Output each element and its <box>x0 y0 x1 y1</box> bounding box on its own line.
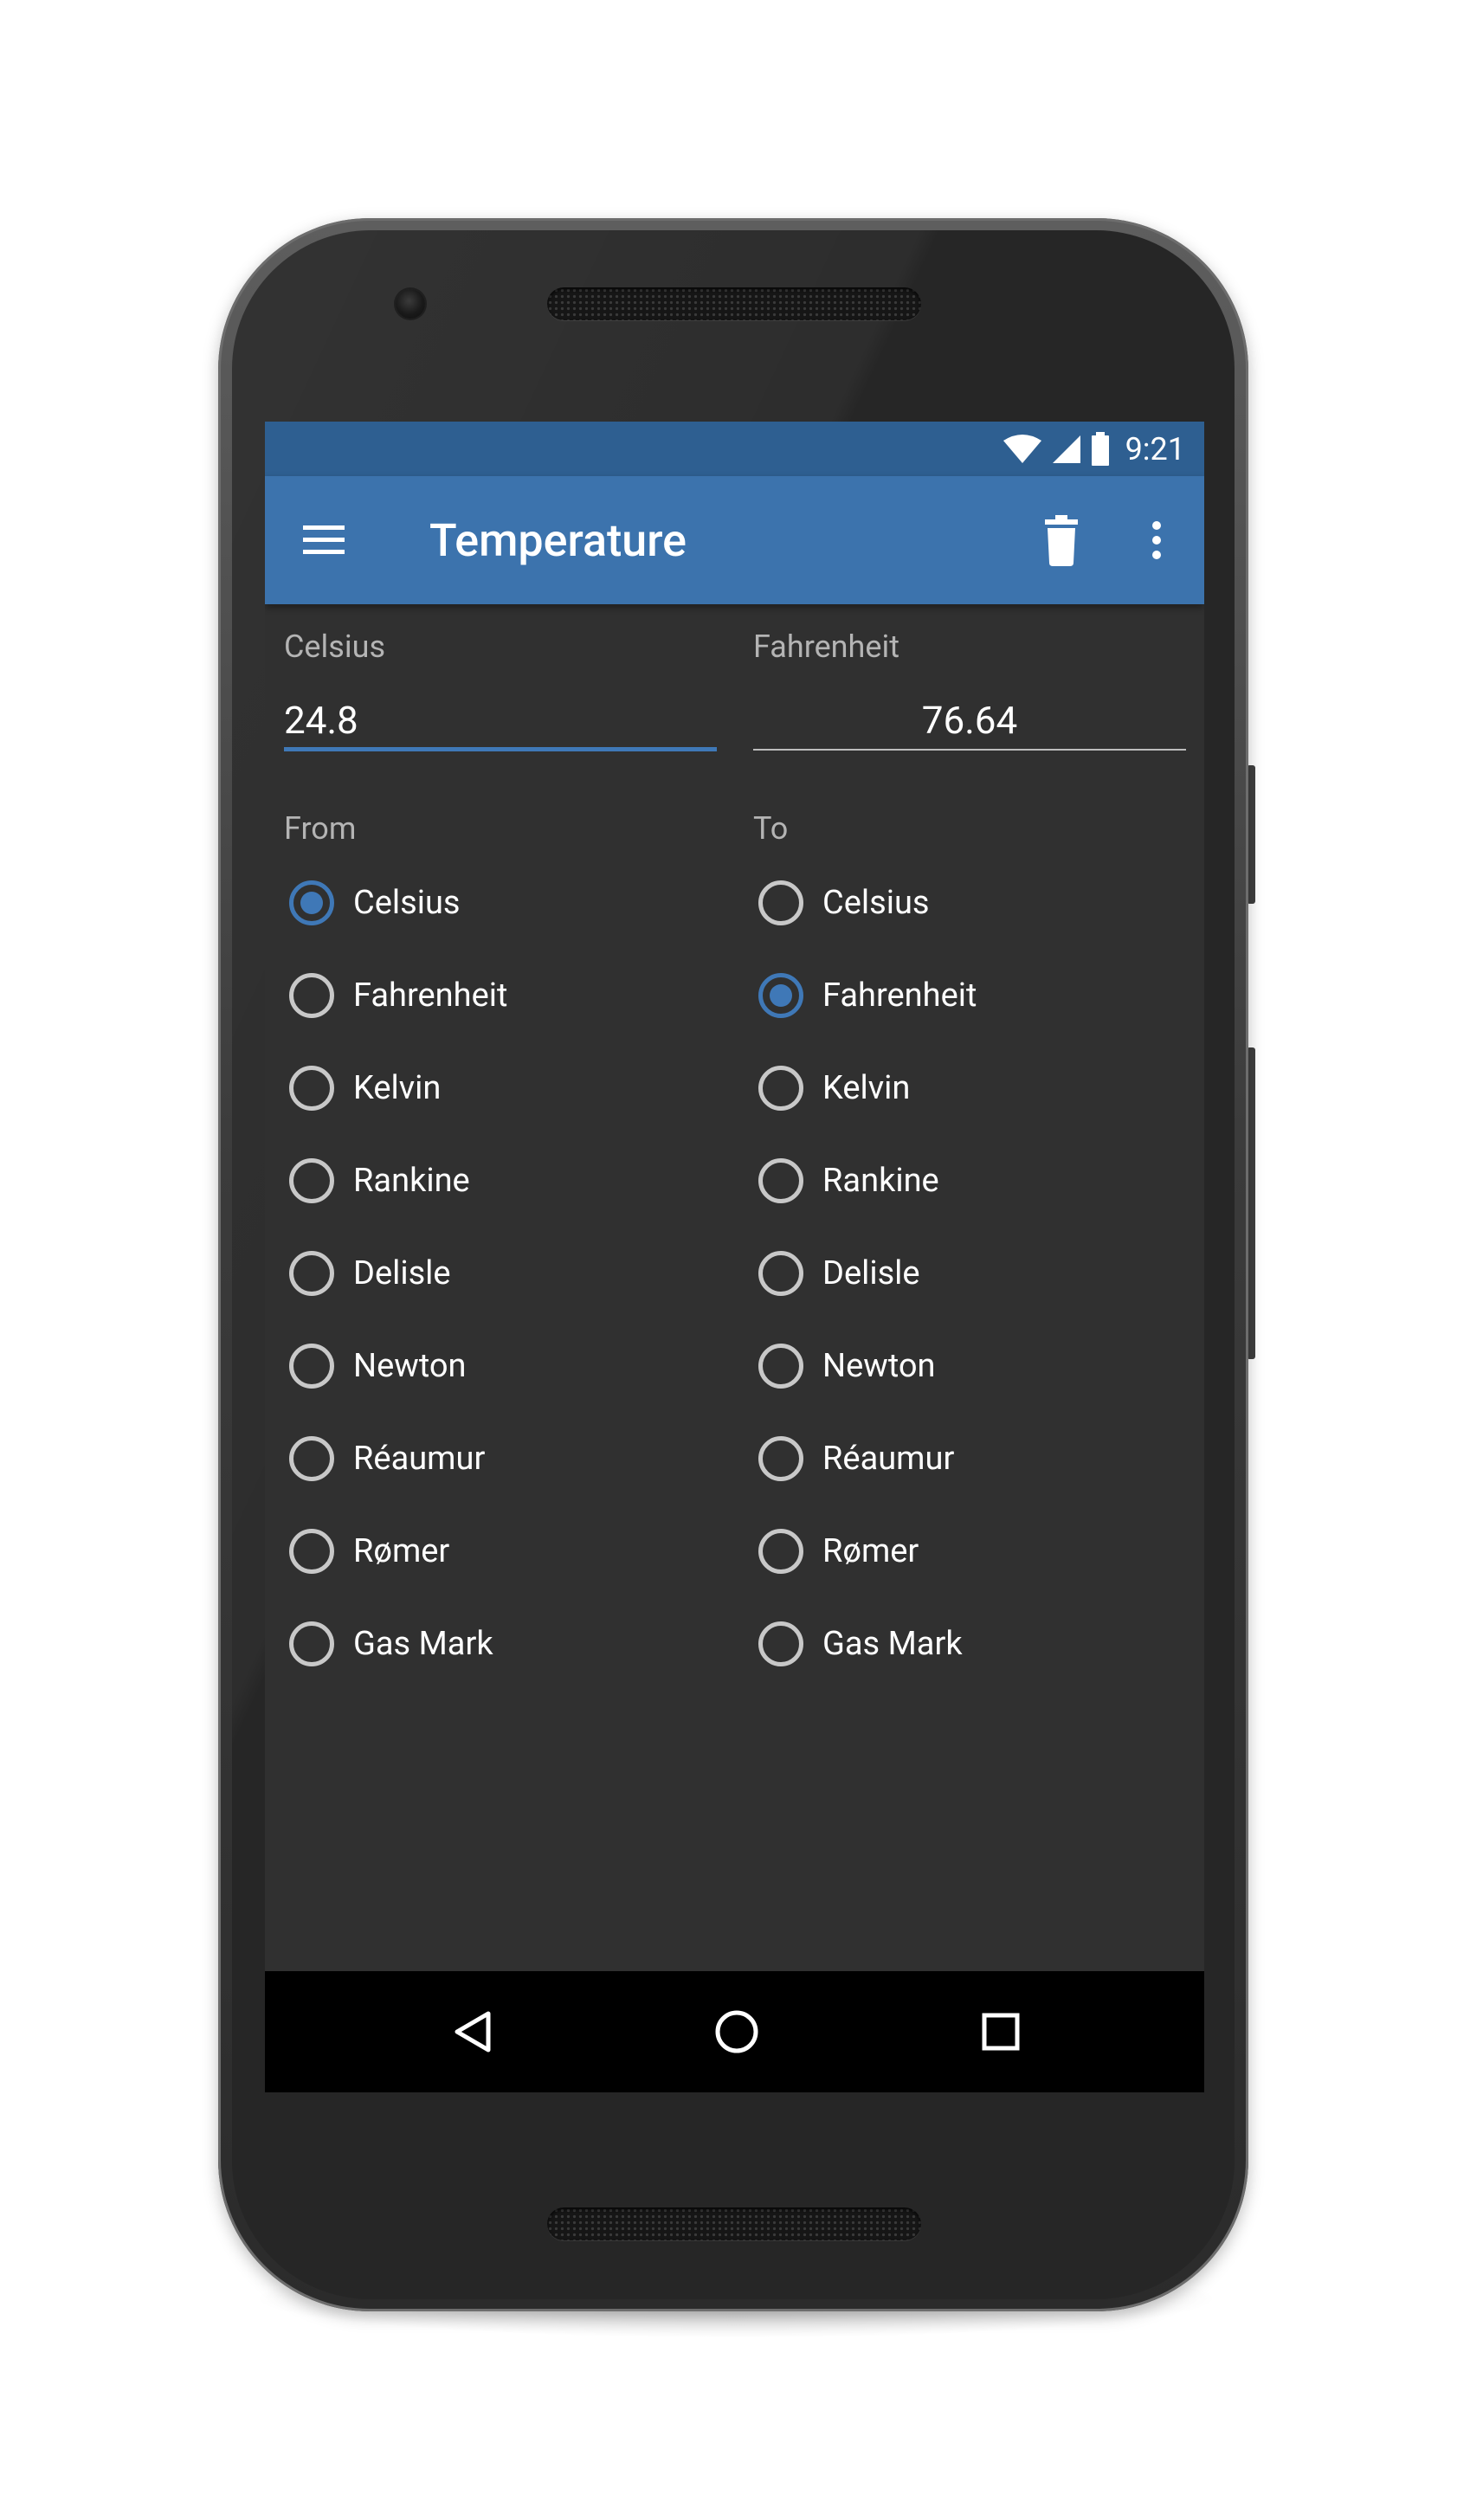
trash-icon <box>1045 515 1078 566</box>
cell-signal-icon <box>1052 435 1080 463</box>
from-unit-radio-option[interactable]: Newton <box>284 1319 717 1412</box>
app-title: Temperature <box>429 514 687 567</box>
from-unit-radio-button[interactable] <box>289 1621 334 1666</box>
more-vert-icon <box>1152 521 1161 559</box>
to-unit-radio-option[interactable]: Delisle <box>753 1227 1186 1319</box>
battery-icon <box>1091 431 1109 466</box>
back-icon <box>455 2011 491 2053</box>
from-unit-radio-option[interactable]: Rømer <box>284 1505 717 1597</box>
to-unit-radio-button[interactable] <box>758 1343 803 1389</box>
to-unit-radio-label: Celsius <box>822 883 930 922</box>
to-unit-radio-button[interactable] <box>758 1435 803 1481</box>
from-unit-radio-button[interactable] <box>289 1065 334 1111</box>
nav-recents-button[interactable] <box>973 2004 1028 2059</box>
to-group-label: To <box>753 810 789 847</box>
from-unit-radio-group: Celsius Fahrenheit Kelvin Rankine Delisle New… <box>284 856 717 1690</box>
to-unit-radio-label: Fahrenheit <box>822 976 977 1015</box>
to-unit-radio-button[interactable] <box>758 1065 803 1111</box>
bottom-speaker <box>547 2207 921 2240</box>
status-bar: 9:21 <box>265 422 1204 476</box>
to-unit-radio-option[interactable]: Kelvin <box>753 1041 1186 1134</box>
to-unit-radio-label: Rankine <box>822 1161 939 1200</box>
from-unit-radio-option[interactable]: Fahrenheit <box>284 949 717 1041</box>
from-unit-radio-button[interactable] <box>289 1435 334 1481</box>
earpiece-speaker <box>547 287 921 320</box>
product-shot: 9:21 Temperature Celsius 24.8 From Celsi… <box>0 0 1470 2520</box>
from-unit-radio-label: Delisle <box>353 1254 451 1292</box>
menu-button[interactable] <box>300 516 348 564</box>
from-unit-radio-option[interactable]: Réaumur <box>284 1412 717 1505</box>
from-group-label: From <box>284 810 357 847</box>
to-unit-radio-option[interactable]: Réaumur <box>753 1412 1186 1505</box>
from-input-underline <box>284 747 717 751</box>
from-unit-radio-label: Gas Mark <box>353 1624 493 1663</box>
to-unit-radio-label: Réaumur <box>822 1439 955 1478</box>
from-unit-radio-button[interactable] <box>289 1250 334 1296</box>
from-unit-radio-option[interactable]: Gas Mark <box>284 1597 717 1690</box>
to-unit-radio-button[interactable] <box>758 880 803 925</box>
to-unit-radio-button[interactable] <box>758 1621 803 1666</box>
from-unit-radio-label: Rankine <box>353 1161 470 1200</box>
to-unit-radio-label: Newton <box>822 1346 936 1385</box>
to-unit-radio-label: Gas Mark <box>822 1624 963 1663</box>
nav-back-button[interactable] <box>445 2004 500 2059</box>
from-unit-radio-button[interactable] <box>289 1343 334 1389</box>
to-unit-radio-label: Kelvin <box>822 1068 911 1107</box>
overflow-menu-button[interactable] <box>1139 512 1174 568</box>
to-unit-radio-option[interactable]: Newton <box>753 1319 1186 1412</box>
to-unit-radio-option[interactable]: Fahrenheit <box>753 949 1186 1041</box>
wifi-icon <box>1003 434 1041 463</box>
from-unit-radio-label: Celsius <box>353 883 461 922</box>
menu-icon <box>303 525 345 554</box>
from-unit-radio-label: Kelvin <box>353 1068 442 1107</box>
from-unit-radio-option[interactable]: Delisle <box>284 1227 717 1319</box>
nav-home-button[interactable] <box>709 2004 764 2059</box>
delete-button[interactable] <box>1035 512 1087 568</box>
to-unit-radio-option[interactable]: Celsius <box>753 856 1186 949</box>
from-unit-radio-label: Newton <box>353 1346 467 1385</box>
status-time: 9:21 <box>1125 430 1185 467</box>
from-unit-radio-button[interactable] <box>289 880 334 925</box>
to-field-label: Fahrenheit <box>753 628 899 665</box>
home-icon <box>715 2010 758 2053</box>
to-unit-radio-button[interactable] <box>758 972 803 1018</box>
converter-content: Celsius From Celsius Fahrenheit Kelvin Rank… <box>265 604 1204 2092</box>
from-unit-radio-option[interactable]: Kelvin <box>284 1041 717 1134</box>
front-camera <box>396 289 425 319</box>
to-unit-radio-option[interactable]: Gas Mark <box>753 1597 1186 1690</box>
to-unit-radio-button[interactable] <box>758 1250 803 1296</box>
from-unit-radio-label: Rømer <box>353 1531 450 1570</box>
to-unit-radio-option[interactable]: Rømer <box>753 1505 1186 1597</box>
app-screen: 9:21 Temperature Celsius 24.8 From Celsi… <box>265 422 1204 2092</box>
from-unit-radio-label: Réaumur <box>353 1439 486 1478</box>
from-unit-radio-button[interactable] <box>289 1157 334 1203</box>
to-value-input[interactable] <box>753 687 1186 753</box>
to-unit-radio-label: Rømer <box>822 1531 919 1570</box>
from-unit-radio-button[interactable] <box>289 972 334 1018</box>
to-unit-radio-option[interactable]: Rankine <box>753 1134 1186 1227</box>
to-input-underline <box>753 749 1186 751</box>
from-value-input[interactable] <box>284 687 717 753</box>
system-nav-bar <box>265 1971 1204 2092</box>
from-unit-radio-label: Fahrenheit <box>353 976 508 1015</box>
from-unit-radio-button[interactable] <box>289 1528 334 1574</box>
to-unit-radio-button[interactable] <box>758 1157 803 1203</box>
to-unit-radio-group: Celsius Fahrenheit Kelvin Rankine Delisle New… <box>753 856 1186 1690</box>
from-unit-radio-option[interactable]: Celsius <box>284 856 717 949</box>
to-unit-radio-button[interactable] <box>758 1528 803 1574</box>
from-unit-radio-option[interactable]: Rankine <box>284 1134 717 1227</box>
to-unit-radio-label: Delisle <box>822 1254 920 1292</box>
recents-icon <box>982 2013 1020 2051</box>
app-bar: Temperature <box>265 476 1204 604</box>
from-field-label: Celsius <box>284 628 386 665</box>
